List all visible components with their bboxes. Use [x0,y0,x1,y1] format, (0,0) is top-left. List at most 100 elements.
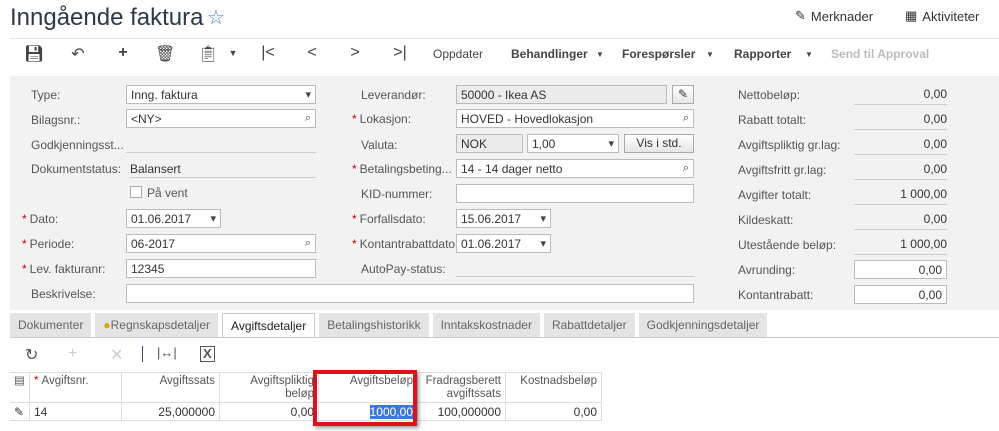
rate-field[interactable]: 1,00 ▾ [527,134,619,153]
col-tax-rate[interactable]: Avgiftssats [122,373,220,403]
toolbar-separator [142,346,143,362]
total-label: Kildeskatt: [738,213,794,227]
favorite-star-icon[interactable]: ☆ [207,5,225,30]
location-label: * Lokasjon: [352,112,412,126]
last-record-icon[interactable]: >| [390,44,410,62]
status-value: Balansert [130,162,316,178]
cell-taxable-amount[interactable]: 0,00 [220,403,319,421]
first-record-icon[interactable]: |< [258,44,278,62]
vendor-value: 50000 - Ikea AS [461,87,547,102]
search-icon[interactable]: ⌕ [683,162,689,175]
hold-checkbox[interactable] [130,186,142,198]
total-value: 0,00 [854,137,947,155]
tab-payment-history[interactable]: Betalingshistorikk [319,313,429,338]
edit-vendor-button[interactable]: ✎ [672,85,694,104]
tab-documents[interactable]: Dokumenter [10,313,92,338]
row-settings-icon[interactable]: ▤ [10,373,30,403]
status-label: Dokumentstatus: [31,162,122,176]
save-icon[interactable]: 💾︎ [24,44,44,64]
excel-export-icon[interactable]: X [200,346,215,362]
total-input[interactable]: 0,00 [854,285,947,304]
reports-menu[interactable]: Rapporter [734,47,791,61]
actions-menu[interactable]: Behandlinger [511,47,588,61]
col-expense-amount[interactable]: Kostnadsbeløp [506,373,602,403]
clipboard-icon[interactable]: 📋︎ [198,44,218,64]
due-date-label: * Forfallsdato: [352,212,426,226]
vendor-ref-field[interactable]: 12345 [126,259,316,278]
delete-row-icon[interactable]: ✕ [110,345,123,365]
date-field[interactable]: 01.06.2017 ▾ [126,209,221,228]
vendor-ref-label: * Lev. fakturanr: [22,262,106,276]
tab-tax-details[interactable]: Avgiftsdetaljer [222,313,316,338]
tab-landed-costs[interactable]: Inntakskostnader [432,313,540,338]
next-icon[interactable]: > [345,44,365,62]
tab-accounting-details[interactable]: ●Regnskapsdetaljer [95,313,219,338]
chevron-down-icon: ▾ [210,213,216,225]
terms-field[interactable]: 14 - 14 dager netto ⌕ [456,159,694,178]
rate-value: 1,00 [532,136,556,151]
kid-field[interactable] [456,184,694,203]
send-to-approval-button[interactable]: Send til Approval [831,47,929,61]
description-field[interactable] [126,284,694,303]
total-value: 0,00 [854,162,947,180]
refresh-button[interactable]: Oppdater [433,47,483,61]
chevron-down-icon: ▼ [805,50,813,59]
due-date-field[interactable]: 15.06.2017 ▾ [456,209,551,228]
period-field[interactable]: 06-2017 ⌕ [126,234,316,253]
cell-tax-rate[interactable]: 25,000000 [122,403,220,421]
search-icon[interactable]: ⌕ [683,112,689,125]
edit-row-icon: ✎ [10,403,30,421]
inquiries-menu[interactable]: Forespørsler [622,47,695,61]
search-icon[interactable]: ⌕ [305,237,311,250]
currency-value: NOK [461,136,488,151]
previous-icon[interactable]: < [302,44,322,62]
description-label: Beskrivelse: [31,287,96,301]
delete-icon[interactable]: 🗑︎ [155,44,175,64]
pencil-icon: ✎ [677,87,689,101]
add-row-icon[interactable]: + [68,345,77,363]
col-tax-id[interactable]: * Avgiftsnr. [30,373,122,403]
discount-date-label: * Kontantrabattdato: [352,237,459,251]
autopay-value [456,276,694,277]
location-field[interactable]: HOVED - Hovedlokasjon ⌕ [456,109,694,128]
total-input[interactable]: 0,00 [854,260,947,279]
discount-date-field[interactable]: 01.06.2017 ▾ [456,234,551,253]
tax-grid: ▤ * Avgiftsnr. Avgiftssats Avgiftspliktig… [10,372,602,421]
tab-discount-details[interactable]: Rabattdetaljer [543,313,635,338]
approval-label: Godkjenningsst... [31,138,124,152]
tab-approval-details[interactable]: Godkjenningsdetaljer [638,313,768,338]
search-icon[interactable]: ⌕ [305,112,311,125]
add-icon[interactable]: + [113,44,133,62]
undo-icon[interactable]: ↶ [68,44,88,64]
col-deductible-rate[interactable]: Fradragsberett avgiftssats [418,373,506,403]
fit-columns-icon[interactable]: |↔| [157,345,177,360]
ref-field[interactable]: <NY> ⌕ [126,109,316,128]
period-value: 06-2017 [131,236,176,251]
total-label: Avgifter totalt: [738,188,812,202]
cell-tax-id[interactable]: 14 [30,403,122,421]
chevron-down-icon: ▾ [540,238,546,250]
vendor-field[interactable]: 50000 - Ikea AS [456,85,667,104]
warning-icon: ● [103,318,111,332]
currency-field[interactable]: NOK [456,134,523,153]
type-select[interactable]: Inng. faktura ▾ [126,85,316,104]
total-value: 0,00 [854,87,947,105]
refresh-icon[interactable]: ↻ [25,345,38,365]
cell-expense-amount[interactable]: 0,00 [506,403,602,421]
type-label: Type: [31,88,61,102]
ref-value: <NY> [131,111,162,126]
col-taxable-amount[interactable]: Avgiftspliktig beløp [220,373,319,403]
notes-label: Merknader [810,8,874,24]
activities-label: Aktiviteter [922,8,980,24]
total-label: Avgiftsfritt gr.lag: [738,163,827,177]
view-base-button[interactable]: Vis i std. [624,134,694,153]
type-value: Inng. faktura [131,87,198,102]
notes-button[interactable]: ✎ Merknader [795,8,873,24]
grid-header: ▤ * Avgiftsnr. Avgiftssats Avgiftspliktig… [10,373,602,403]
chevron-down-icon[interactable]: ▼ [223,48,243,58]
edit-note-icon: ✎ [795,8,806,23]
date-label: * Dato: [22,212,59,226]
tab-divider [10,337,999,338]
activities-button[interactable]: ▦ Aktiviteter [905,8,979,24]
cell-deductible-rate[interactable]: 100,000000 [418,403,506,421]
